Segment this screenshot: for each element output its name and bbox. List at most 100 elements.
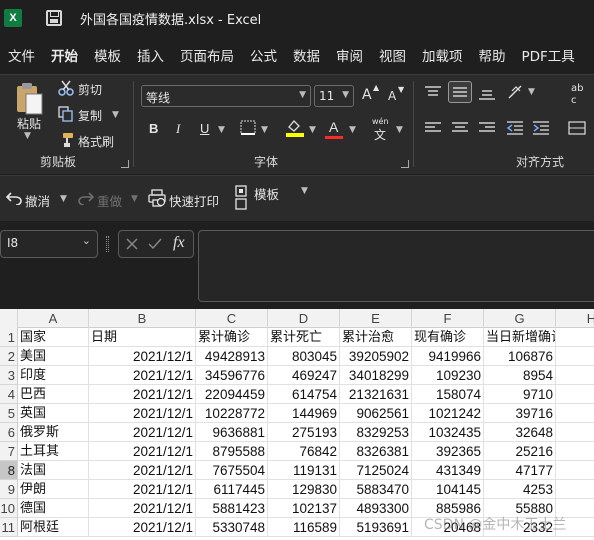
quick-print-icon[interactable] (148, 189, 166, 207)
table-cell[interactable]: 阿根廷 (18, 518, 89, 537)
header-cell[interactable]: 累计死亡 (268, 328, 340, 347)
header-cell[interactable] (556, 328, 594, 347)
font-launcher-icon[interactable] (401, 160, 409, 168)
table-cell[interactable]: 5330748 (196, 518, 268, 537)
increase-indent-icon[interactable] (532, 120, 550, 136)
undo-dropdown-icon[interactable]: ▼ (60, 194, 67, 204)
table-cell[interactable]: 8329253 (340, 423, 412, 442)
underline-button[interactable]: U (200, 121, 209, 136)
merge-center-icon[interactable] (568, 121, 586, 135)
align-center-icon[interactable] (451, 121, 469, 135)
align-left-icon[interactable] (424, 121, 442, 135)
tab-home[interactable]: 开始 (43, 45, 86, 65)
table-cell[interactable]: 英国 (18, 404, 89, 423)
tab-pdf-tools[interactable]: PDF工具 (514, 45, 583, 65)
table-cell[interactable]: 土耳其 (18, 442, 89, 461)
table-cell[interactable]: 2021/12/1 (89, 423, 196, 442)
column-header[interactable]: G (484, 309, 556, 328)
table-cell[interactable]: 7125024 (340, 461, 412, 480)
tab-view[interactable]: 视图 (371, 45, 414, 65)
borders-dropdown-icon[interactable]: ▼ (261, 125, 268, 135)
decrease-indent-icon[interactable] (506, 120, 524, 136)
header-cell[interactable]: 国家 (18, 328, 89, 347)
table-cell[interactable]: 2021/12/1 (89, 518, 196, 537)
row-header[interactable]: 5 (0, 404, 18, 423)
table-cell[interactable]: 392365 (412, 442, 484, 461)
table-cell[interactable]: 俄罗斯 (18, 423, 89, 442)
row-header[interactable]: 4 (0, 385, 18, 404)
table-cell[interactable]: 106876 (484, 347, 556, 366)
undo-button[interactable]: 撤消 (25, 191, 50, 210)
row-header[interactable]: 2 (0, 347, 18, 366)
table-cell[interactable]: 5193691 (340, 518, 412, 537)
cut-button[interactable]: 剪切 (78, 81, 102, 98)
table-cell[interactable] (556, 442, 594, 461)
redo-icon[interactable] (78, 191, 94, 205)
header-cell[interactable]: 累计治愈 (340, 328, 412, 347)
table-cell[interactable]: 伊朗 (18, 480, 89, 499)
worksheet-grid[interactable]: A B C D E F G H 1 国家 日期 累计确诊 累计死亡 累计治愈 现有确诊 当日新… (0, 309, 594, 540)
column-header[interactable]: E (340, 309, 412, 328)
formula-bar-input[interactable] (198, 230, 594, 302)
select-all-corner[interactable] (0, 309, 18, 328)
cancel-icon[interactable] (125, 237, 139, 251)
table-cell[interactable] (556, 385, 594, 404)
font-name-select[interactable]: 等线 ▼ (141, 85, 311, 107)
table-cell[interactable]: 119131 (268, 461, 340, 480)
row-header[interactable]: 11 (0, 518, 18, 537)
phonetic-dropdown-icon[interactable]: ▼ (396, 125, 403, 135)
table-cell[interactable]: 9710 (484, 385, 556, 404)
tab-page-layout[interactable]: 页面布局 (172, 45, 242, 65)
decrease-font-size-button[interactable]: A (388, 89, 396, 103)
table-cell[interactable]: 25216 (484, 442, 556, 461)
fill-color-icon[interactable] (285, 118, 305, 138)
format-painter-icon[interactable] (58, 132, 74, 148)
quick-print-button[interactable]: 快速打印 (169, 191, 219, 210)
table-cell[interactable]: 47177 (484, 461, 556, 480)
table-cell[interactable]: 34018299 (340, 366, 412, 385)
table-cell[interactable]: 8954 (484, 366, 556, 385)
table-cell[interactable] (556, 404, 594, 423)
undo-icon[interactable] (6, 191, 22, 205)
copy-button[interactable]: 复制 (78, 107, 102, 124)
header-cell[interactable]: 当日新增确诊 (484, 328, 556, 347)
table-cell[interactable]: 2021/12/1 (89, 347, 196, 366)
table-cell[interactable]: 6117445 (196, 480, 268, 499)
align-top-icon[interactable] (424, 85, 442, 99)
row-header[interactable]: 8 (0, 461, 18, 480)
table-cell[interactable] (556, 423, 594, 442)
table-cell[interactable]: 德国 (18, 499, 89, 518)
paste-button-label[interactable]: 粘贴 (17, 115, 41, 132)
table-cell[interactable]: 158074 (412, 385, 484, 404)
increase-font-size-button[interactable]: A (362, 87, 372, 103)
table-cell[interactable]: 431349 (412, 461, 484, 480)
table-cell[interactable]: 8795588 (196, 442, 268, 461)
table-cell[interactable]: 803045 (268, 347, 340, 366)
column-header[interactable]: D (268, 309, 340, 328)
table-cell[interactable]: 4893300 (340, 499, 412, 518)
paste-dropdown-icon[interactable]: ▼ (24, 131, 31, 141)
table-cell[interactable]: 5881423 (196, 499, 268, 518)
align-middle-button[interactable] (448, 81, 472, 103)
header-cell[interactable]: 累计确诊 (196, 328, 268, 347)
table-cell[interactable]: 8326381 (340, 442, 412, 461)
redo-button[interactable]: 重做 (97, 191, 122, 210)
table-cell[interactable]: 印度 (18, 366, 89, 385)
table-cell[interactable] (556, 347, 594, 366)
row-header[interactable]: 10 (0, 499, 18, 518)
tab-help[interactable]: 帮助 (471, 45, 514, 65)
copy-dropdown-icon[interactable]: ▼ (112, 110, 119, 120)
table-cell[interactable]: 104145 (412, 480, 484, 499)
save-icon[interactable] (46, 10, 62, 26)
table-cell[interactable]: 4253 (484, 480, 556, 499)
table-cell[interactable]: 7675504 (196, 461, 268, 480)
header-cell[interactable]: 日期 (89, 328, 196, 347)
underline-dropdown-icon[interactable]: ▼ (218, 125, 225, 135)
column-header[interactable]: A (18, 309, 89, 328)
table-cell[interactable]: 2021/12/1 (89, 442, 196, 461)
header-cell[interactable]: 现有确诊 (412, 328, 484, 347)
font-color-dropdown-icon[interactable]: ▼ (349, 125, 356, 135)
table-cell[interactable] (556, 480, 594, 499)
table-cell[interactable]: 32648 (484, 423, 556, 442)
bold-button[interactable]: B (149, 121, 158, 136)
